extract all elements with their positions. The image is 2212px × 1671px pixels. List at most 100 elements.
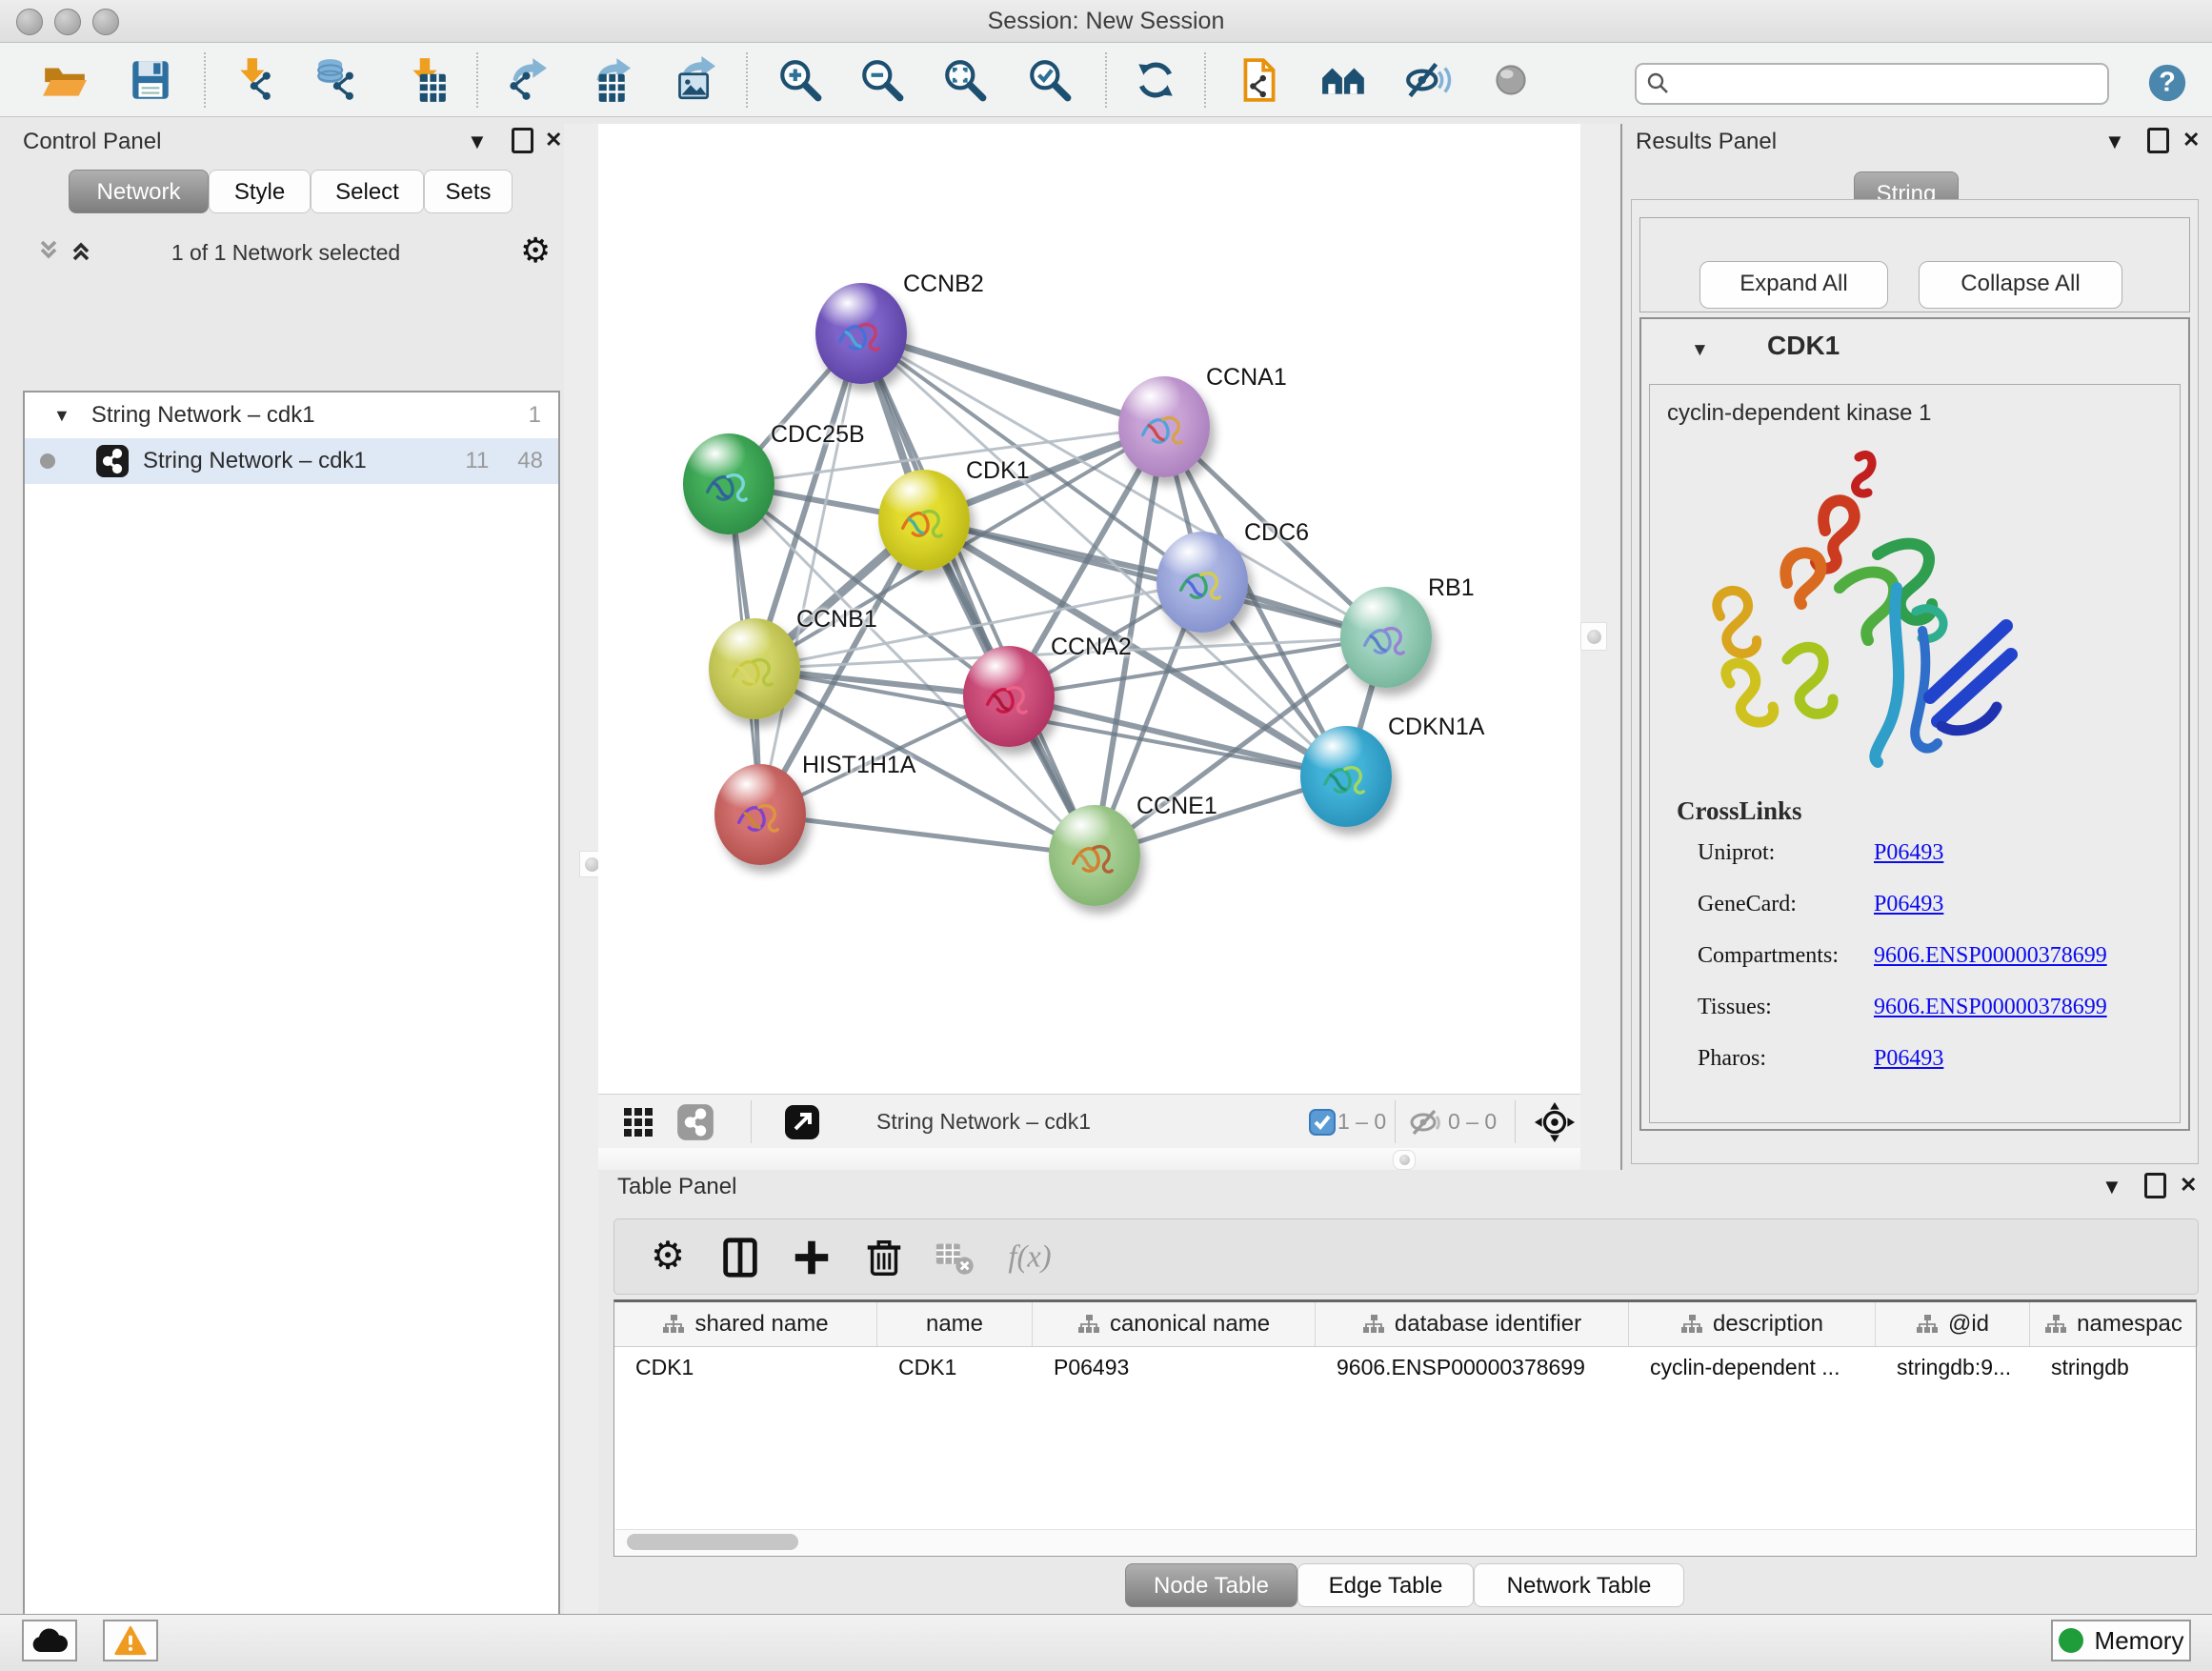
table-cell[interactable]: CDK1 xyxy=(614,1346,877,1389)
hide-graphics-details-icon[interactable] xyxy=(1402,54,1454,106)
tab-style[interactable]: Style xyxy=(209,170,311,213)
network-view-canvas[interactable]: CCNB2CCNA1CDC25BCDK1CDC6RB1CCNB1CCNA2CDK… xyxy=(598,124,1580,1094)
crosslink-link[interactable]: P06493 xyxy=(1874,892,1943,916)
zoom-in-icon[interactable] xyxy=(774,54,826,106)
control-panel-menu-icon[interactable]: ▼ xyxy=(467,131,488,152)
table-panel-menu-icon[interactable]: ▼ xyxy=(2101,1177,2122,1198)
table-cell[interactable]: P06493 xyxy=(1033,1346,1316,1389)
zoom-selected-icon[interactable] xyxy=(1024,54,1076,106)
collection-expand-icon[interactable]: ▼ xyxy=(53,406,70,426)
table-cell[interactable]: stringdb xyxy=(2030,1346,2198,1389)
warning-button[interactable] xyxy=(103,1620,158,1661)
tab-network[interactable]: Network xyxy=(69,170,209,213)
open-in-browser-icon[interactable] xyxy=(781,1102,823,1142)
table-cell[interactable]: 9606.ENSP00000378699 xyxy=(1316,1346,1629,1389)
tab-node-table[interactable]: Node Table xyxy=(1125,1563,1297,1607)
column-header-database-identifier[interactable]: database identifier xyxy=(1316,1302,1629,1346)
tab-select[interactable]: Select xyxy=(311,170,424,213)
column-settings-icon[interactable]: ⚙ xyxy=(643,1233,693,1282)
column-header-canonical-name[interactable]: canonical name xyxy=(1033,1302,1316,1346)
network-node-HIST1H1A[interactable] xyxy=(714,764,806,865)
help-icon[interactable]: ? xyxy=(2142,57,2193,109)
toolbar-separator xyxy=(476,52,478,108)
tab-sets[interactable]: Sets xyxy=(424,170,513,213)
results-panel-float-icon[interactable] xyxy=(2147,128,2169,153)
export-image-icon[interactable] xyxy=(666,54,717,106)
tab-network-table[interactable]: Network Table xyxy=(1474,1563,1684,1607)
table-cell[interactable]: stringdb:9... xyxy=(1876,1346,2030,1389)
show-graphics-details-icon[interactable] xyxy=(1485,54,1537,106)
network-options-gear-icon[interactable]: ⚙ xyxy=(520,231,551,271)
node-label-CCNB2: CCNB2 xyxy=(903,271,984,298)
export-table-icon[interactable] xyxy=(581,54,633,106)
crosslink-link[interactable]: P06493 xyxy=(1874,1046,1943,1071)
refresh-view-icon[interactable] xyxy=(1130,54,1181,106)
memory-button[interactable]: Memory xyxy=(2051,1620,2191,1661)
splitter-handle-horizontal[interactable] xyxy=(1393,1150,1416,1170)
results-panel-menu-icon[interactable]: ▼ xyxy=(2104,131,2125,152)
import-network-from-file-icon[interactable] xyxy=(231,54,283,106)
network-node-CDK1[interactable] xyxy=(878,470,970,571)
search-box[interactable] xyxy=(1635,63,2109,105)
import-network-from-database-icon[interactable] xyxy=(312,54,364,106)
column-header-description[interactable]: description xyxy=(1629,1302,1876,1346)
save-session-icon[interactable] xyxy=(125,54,176,106)
results-panel-close-icon[interactable]: ✕ xyxy=(2182,130,2200,151)
column-header-namespac[interactable]: namespac xyxy=(2030,1302,2198,1346)
crosslink-link[interactable]: 9606.ENSP00000378699 xyxy=(1874,943,2107,968)
protein-thumbnail-icon xyxy=(1171,554,1232,615)
column-header-name[interactable]: name xyxy=(877,1302,1033,1346)
export-network-icon[interactable] xyxy=(499,54,551,106)
home-icon[interactable] xyxy=(1318,54,1370,106)
table-cell[interactable]: CDK1 xyxy=(877,1346,1033,1389)
network-node-CCNB2[interactable] xyxy=(815,283,907,384)
show-columns-icon[interactable] xyxy=(715,1233,765,1282)
splitter-handle-right[interactable] xyxy=(1580,622,1607,651)
crosslink-link[interactable]: P06493 xyxy=(1874,840,1943,865)
crosslink-link[interactable]: 9606.ENSP00000378699 xyxy=(1874,995,2107,1019)
function-builder-icon[interactable]: f(x) xyxy=(1005,1233,1055,1282)
network-row-selected[interactable]: String Network – cdk1 11 48 xyxy=(25,438,558,484)
scrollbar-thumb[interactable] xyxy=(627,1534,798,1550)
network-node-CDC25B[interactable] xyxy=(683,433,774,534)
network-node-CCNE1[interactable] xyxy=(1049,805,1140,906)
import-string-network-icon[interactable] xyxy=(1234,54,1285,106)
import-table-from-file-icon[interactable] xyxy=(400,54,452,106)
table-cell[interactable]: cyclin-dependent ... xyxy=(1629,1346,1876,1389)
table-panel-close-icon[interactable]: ✕ xyxy=(2180,1175,2197,1196)
table-horizontal-scrollbar[interactable] xyxy=(615,1529,2195,1555)
control-panel-close-icon[interactable]: ✕ xyxy=(545,130,562,151)
network-node-CCNB1[interactable] xyxy=(709,618,800,719)
open-session-icon[interactable] xyxy=(39,54,90,106)
zoom-out-icon[interactable] xyxy=(856,54,908,106)
birds-eye-view-icon[interactable] xyxy=(1534,1102,1576,1142)
expand-all-networks-icon[interactable] xyxy=(67,236,95,270)
string-style-icon[interactable] xyxy=(674,1102,716,1142)
tab-edge-table[interactable]: Edge Table xyxy=(1297,1563,1474,1607)
hidden-eye-icon[interactable] xyxy=(1404,1102,1446,1142)
grid-view-icon[interactable] xyxy=(617,1102,659,1142)
node-table[interactable]: shared namenamecanonical namedatabase id… xyxy=(613,1299,2197,1557)
network-node-CDC6[interactable] xyxy=(1156,532,1248,633)
add-column-icon[interactable] xyxy=(787,1233,836,1282)
delete-column-icon[interactable] xyxy=(859,1233,909,1282)
edge-CDK1-RB1 xyxy=(924,520,1386,637)
control-panel-float-icon[interactable] xyxy=(512,128,533,153)
table-panel-float-icon[interactable] xyxy=(2144,1173,2166,1198)
search-input[interactable] xyxy=(1679,70,2107,97)
zoom-fit-content-icon[interactable] xyxy=(939,54,991,106)
protein-collapse-icon[interactable]: ▼ xyxy=(1691,340,1709,361)
protein-structure-image xyxy=(1673,440,2044,783)
collapse-all-button[interactable]: Collapse All xyxy=(1919,261,2122,309)
network-node-CCNA1[interactable] xyxy=(1118,376,1210,477)
column-header-shared-name[interactable]: shared name xyxy=(614,1302,877,1346)
collapse-all-networks-icon[interactable] xyxy=(34,236,63,270)
network-node-RB1[interactable] xyxy=(1340,587,1432,688)
network-collection-row[interactable]: ▼ String Network – cdk1 1 xyxy=(25,393,558,438)
column-header-@id[interactable]: @id xyxy=(1876,1302,2030,1346)
network-node-CCNA2[interactable] xyxy=(963,646,1055,747)
delete-table-icon[interactable] xyxy=(931,1233,980,1282)
expand-all-button[interactable]: Expand All xyxy=(1699,261,1888,309)
network-node-CDKN1A[interactable] xyxy=(1300,726,1392,827)
cloud-button[interactable] xyxy=(22,1620,77,1661)
